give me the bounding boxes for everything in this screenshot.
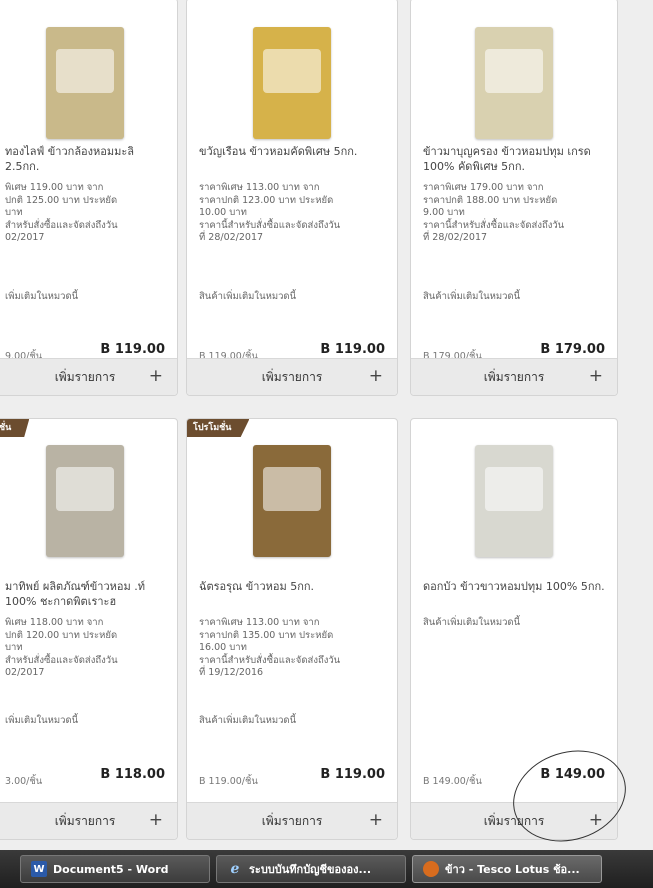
product-name[interactable]: ขวัญเรือน ข้าวหอมคัดพิเศษ 5กก. <box>199 144 385 159</box>
unit-price: B 149.00/ชิ้น <box>423 776 482 787</box>
product-image-area[interactable] <box>411 0 617 139</box>
product-card[interactable]: ชั่น มาทิพย์ ผลิตภัณฑ์ข้าวหอม .ท์ 100% ช… <box>0 418 178 840</box>
ie-icon: ℯ <box>230 861 240 877</box>
product-name[interactable]: ข้าวมาบุญครอง ข้าวหอมปทุม เกรด 100% คัดพ… <box>423 144 605 174</box>
more-in-category-link[interactable]: สินค้าเพิ่มเติมในหมวดนี้ <box>199 289 296 304</box>
more-in-category-link[interactable]: เพิ่มเติมในหมวดนี้ <box>5 289 78 304</box>
add-to-list-button[interactable]: เพิ่มรายการ + <box>187 802 397 839</box>
product-image-area[interactable] <box>411 431 617 571</box>
plus-icon[interactable]: + <box>589 810 603 830</box>
add-to-list-label: เพิ่มรายการ <box>261 813 323 828</box>
product-card[interactable]: โปรโมชั่น ฉัตรอรุณ ข้าวหอม 5กก. ราคาพิเศ… <box>186 418 398 840</box>
promo-text: ราคาพิเศษ 113.00 บาท จาก ราคาปกติ 135.00… <box>199 617 341 678</box>
add-to-list-button[interactable]: เพิ่มรายการ + <box>187 358 397 395</box>
product-image[interactable] <box>475 27 553 139</box>
price: B 118.00 <box>100 767 165 782</box>
product-image[interactable] <box>46 27 124 139</box>
taskbar-button-label: ข้าว - Tesco Lotus ช้อ... <box>445 863 580 876</box>
product-image[interactable] <box>253 27 331 139</box>
price: B 179.00 <box>540 342 605 357</box>
add-to-list-label: เพิ่มรายการ <box>261 369 323 384</box>
add-to-list-button[interactable]: เพิ่มรายการ + <box>0 802 177 839</box>
add-to-list-label: เพิ่มรายการ <box>483 369 545 384</box>
product-card[interactable]: ขวัญเรือน ข้าวหอมคัดพิเศษ 5กก. ราคาพิเศษ… <box>186 0 398 396</box>
promo-text: ราคาพิเศษ 179.00 บาท จาก ราคาปกติ 188.00… <box>423 182 565 243</box>
price: B 119.00 <box>320 342 385 357</box>
product-card[interactable]: ข้าวมาบุญครอง ข้าวหอมปทุม เกรด 100% คัดพ… <box>410 0 618 396</box>
add-to-list-label: เพิ่มรายการ <box>483 813 545 828</box>
add-to-list-button[interactable]: เพิ่มรายการ + <box>0 358 177 395</box>
add-to-list-label: เพิ่มรายการ <box>54 813 116 828</box>
plus-icon[interactable]: + <box>369 366 383 386</box>
promo-text: ราคาพิเศษ 113.00 บาท จาก ราคาปกติ 123.00… <box>199 182 341 243</box>
product-image[interactable] <box>475 445 553 557</box>
more-in-category-link[interactable]: เพิ่มเติมในหมวดนี้ <box>5 713 78 728</box>
unit-price: B 119.00/ชิ้น <box>199 776 258 787</box>
promo-text: พิเศษ 119.00 บาท จาก ปกติ 125.00 บาท ประ… <box>5 182 118 243</box>
plus-icon[interactable]: + <box>589 366 603 386</box>
product-card[interactable]: ดอกบัว ข้าวขาวหอมปทุม 100% 5กก. สินค้าเพ… <box>410 418 618 840</box>
taskbar-button-ie[interactable]: ℯ ระบบบันทึกบัญชีขององ... <box>216 855 406 883</box>
more-in-category-link[interactable]: สินค้าเพิ่มเติมในหมวดนี้ <box>423 617 607 630</box>
add-to-list-label: เพิ่มรายการ <box>54 369 116 384</box>
price: B 119.00 <box>320 767 385 782</box>
word-icon: W <box>31 861 47 877</box>
product-name[interactable]: ทองไลฟ์ ข้าวกล้องหอมมะลิ 2.5กก. <box>5 144 165 174</box>
product-image-area[interactable] <box>187 0 397 139</box>
product-grid: ทองไลฟ์ ข้าวกล้องหอมมะลิ 2.5กก. พิเศษ 11… <box>0 0 653 856</box>
product-image-area[interactable] <box>0 0 177 139</box>
product-image[interactable] <box>46 445 124 557</box>
taskbar-button-label: Document5 - Word <box>53 862 169 876</box>
plus-icon[interactable]: + <box>369 810 383 830</box>
unit-price: 3.00/ชิ้น <box>5 776 43 787</box>
product-name[interactable]: ดอกบัว ข้าวขาวหอมปทุม 100% 5กก. <box>423 579 605 594</box>
firefox-icon <box>423 861 439 877</box>
plus-icon[interactable]: + <box>149 366 163 386</box>
product-card[interactable]: ทองไลฟ์ ข้าวกล้องหอมมะลิ 2.5กก. พิเศษ 11… <box>0 0 178 396</box>
more-in-category-link[interactable]: สินค้าเพิ่มเติมในหมวดนี้ <box>423 289 520 304</box>
windows-taskbar: W Document5 - Word ℯ ระบบบันทึกบัญชีของอ… <box>0 850 653 888</box>
plus-icon[interactable]: + <box>149 810 163 830</box>
more-in-category-link[interactable]: สินค้าเพิ่มเติมในหมวดนี้ <box>199 713 296 728</box>
product-image[interactable] <box>253 445 331 557</box>
product-name[interactable]: มาทิพย์ ผลิตภัณฑ์ข้าวหอม .ท์ 100% ชะกาดพ… <box>5 579 165 609</box>
taskbar-button-firefox[interactable]: ข้าว - Tesco Lotus ช้อ... <box>412 855 602 883</box>
product-image-area[interactable] <box>0 431 177 571</box>
product-name[interactable]: ฉัตรอรุณ ข้าวหอม 5กก. <box>199 579 385 594</box>
promo-text: พิเศษ 118.00 บาท จาก ปกติ 120.00 บาท ประ… <box>5 617 118 678</box>
product-image-area[interactable] <box>187 431 397 571</box>
add-to-list-button[interactable]: เพิ่มรายการ + <box>411 802 617 839</box>
add-to-list-button[interactable]: เพิ่มรายการ + <box>411 358 617 395</box>
taskbar-button-word[interactable]: W Document5 - Word <box>20 855 210 883</box>
price: B 119.00 <box>100 342 165 357</box>
taskbar-button-label: ระบบบันทึกบัญชีขององ... <box>249 863 372 876</box>
price: B 149.00 <box>540 767 605 782</box>
